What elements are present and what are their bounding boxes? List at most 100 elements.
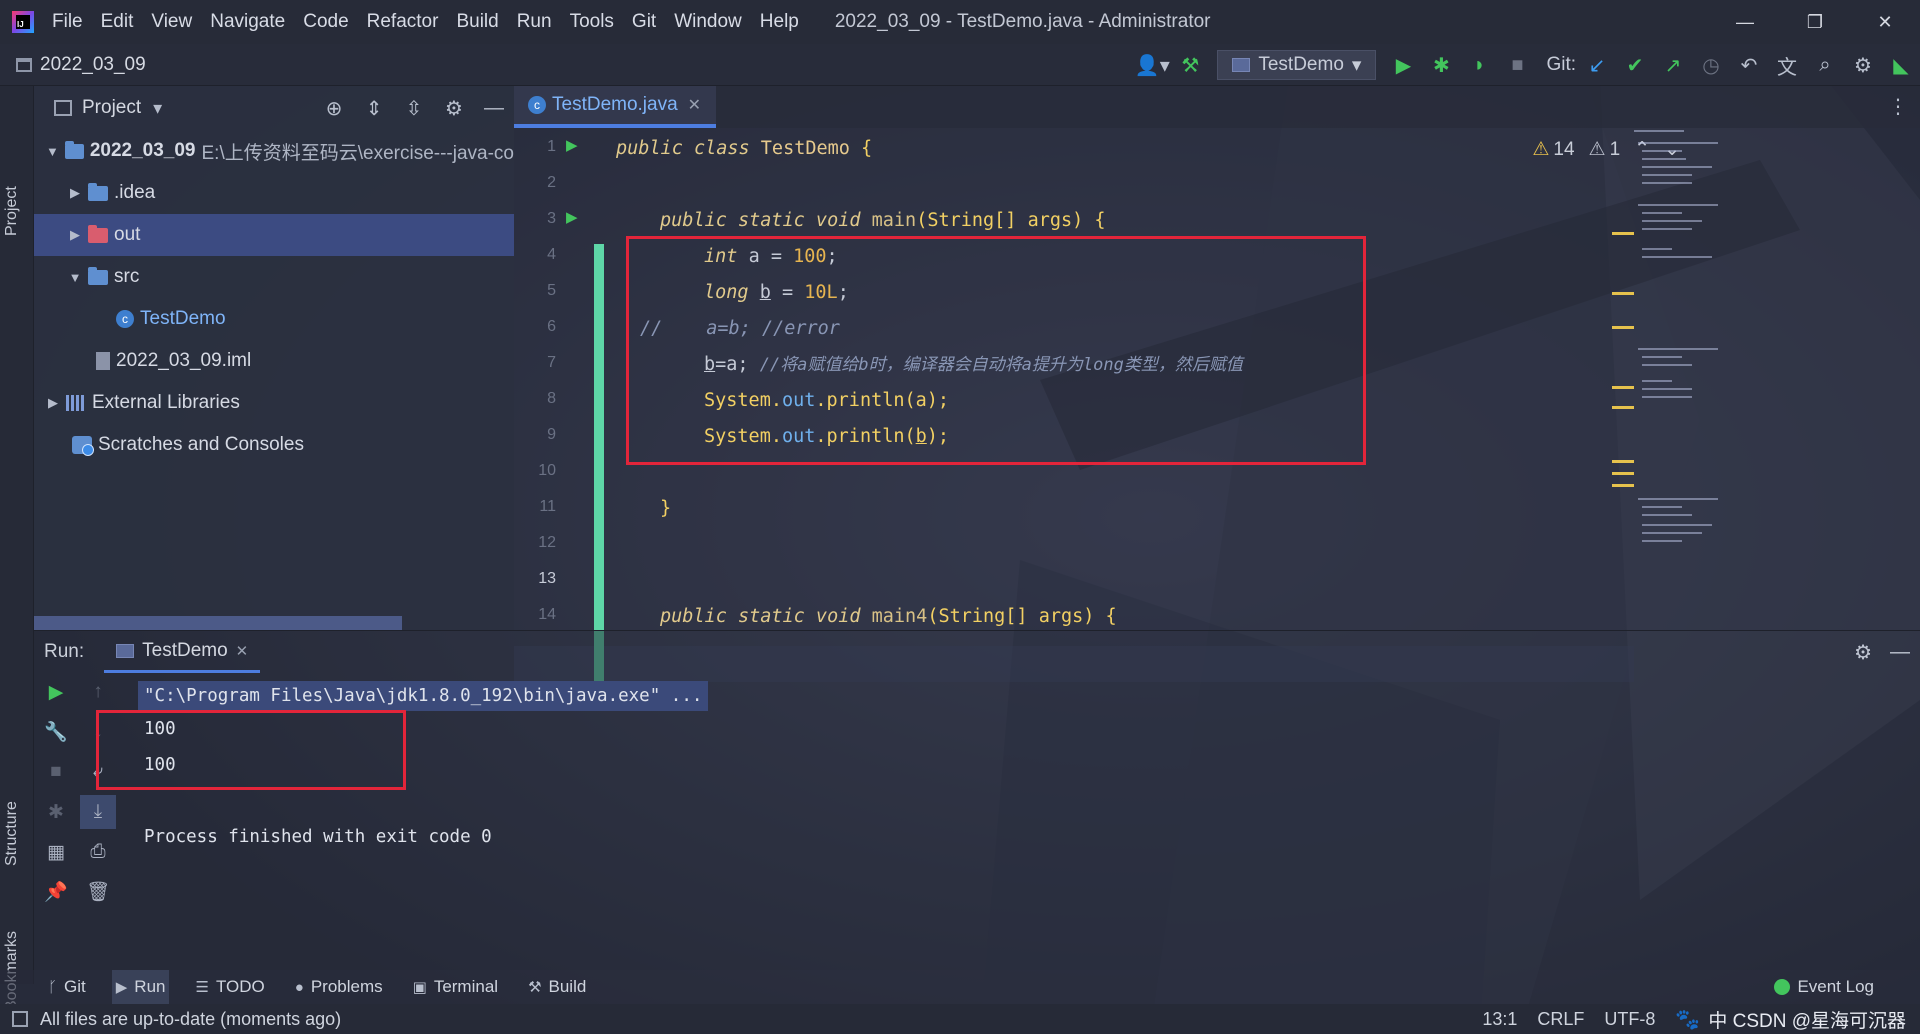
code-minimap[interactable] <box>1634 128 1754 598</box>
warning-stripe-mark[interactable] <box>1612 484 1634 487</box>
menu-build[interactable]: Build <box>456 11 498 33</box>
run-gutter-icon[interactable]: ▶ <box>566 208 578 226</box>
tree-item-module[interactable]: ▼ 2022_03_09 E:\上传资料至码云\exercise---java-… <box>34 130 514 172</box>
close-icon[interactable]: ✕ <box>688 95 701 115</box>
tree-item-external-libraries[interactable]: ▶ External Libraries <box>34 382 514 424</box>
chevron-down-icon[interactable]: ▾ <box>153 98 162 119</box>
breadcrumb-project[interactable]: 2022_03_09 <box>40 54 146 76</box>
tool-run[interactable]: ▶ Run <box>111 970 170 1004</box>
expand-all-icon[interactable]: ⇕ <box>354 87 394 129</box>
tool-git[interactable]: ᚴ Git <box>44 970 90 1004</box>
rollback-icon[interactable]: ↶ <box>1730 44 1768 86</box>
warning-stripe-mark[interactable] <box>1612 472 1634 475</box>
chevron-right-icon[interactable]: ▶ <box>66 185 84 201</box>
wrench-icon[interactable]: 🔧 <box>38 715 74 749</box>
error-stripe[interactable] <box>1612 128 1634 598</box>
chevron-right-icon[interactable]: ▶ <box>66 227 84 243</box>
tool-todo[interactable]: ☰ TODO <box>191 970 268 1004</box>
project-panel-title[interactable]: Project <box>82 97 141 119</box>
tab-testdemo-java[interactable]: c TestDemo.java ✕ <box>514 86 716 128</box>
minimap-line <box>1638 348 1718 350</box>
arrow-up-icon[interactable]: ↑ <box>80 675 116 709</box>
menu-window[interactable]: Window <box>674 11 742 33</box>
rerun-icon[interactable]: ▶ <box>38 675 74 709</box>
status-panel-icon[interactable] <box>12 1011 28 1027</box>
gear-icon[interactable]: ⚙ <box>1854 640 1872 665</box>
warning-stripe-mark[interactable] <box>1612 292 1634 295</box>
stop-icon[interactable]: ■ <box>38 755 74 789</box>
hide-panel-icon[interactable]: — <box>474 87 514 129</box>
locate-icon[interactable]: ⊕ <box>314 87 354 129</box>
line-number-current: 13 <box>538 570 556 587</box>
status-message[interactable]: All files are up-to-date (moments ago) <box>40 1009 341 1030</box>
debug-icon[interactable]: ✱ <box>1422 44 1460 86</box>
tree-item-iml[interactable]: 2022_03_09.iml <box>34 340 514 382</box>
tree-item-testdemo[interactable]: c TestDemo <box>34 298 514 340</box>
trash-icon[interactable]: 🗑 <box>80 875 116 909</box>
minimize-button[interactable]: — <box>1710 0 1780 44</box>
layout-icon[interactable]: ▦ <box>38 835 74 869</box>
warning-stripe-mark[interactable] <box>1612 326 1634 329</box>
menu-navigate[interactable]: Navigate <box>210 11 285 33</box>
horizontal-scrollbar[interactable] <box>34 616 402 630</box>
tree-item-scratches[interactable]: Scratches and Consoles <box>34 424 514 466</box>
tool-problems[interactable]: ● Problems <box>291 970 387 1004</box>
tool-build[interactable]: ⚒ Build <box>524 970 590 1004</box>
menu-help[interactable]: Help <box>760 11 799 33</box>
update-icon[interactable]: ↙ <box>1578 44 1616 86</box>
menu-git[interactable]: Git <box>632 11 656 33</box>
structure-tool-button[interactable]: Structure <box>3 801 21 866</box>
warning-stripe-mark[interactable] <box>1612 460 1634 463</box>
push-icon[interactable]: ↗ <box>1654 44 1692 86</box>
tool-terminal[interactable]: ▣ Terminal <box>409 970 502 1004</box>
warning-stripe-mark[interactable] <box>1612 232 1634 235</box>
chevron-right-icon[interactable]: ▶ <box>44 395 62 411</box>
close-window-button[interactable]: ✕ <box>1850 0 1920 44</box>
tree-item-idea[interactable]: ▶ .idea <box>34 172 514 214</box>
run-gutter-icon[interactable]: ▶ <box>566 136 578 154</box>
tool-event-log[interactable]: Event Log <box>1774 970 1874 1004</box>
menu-tools[interactable]: Tools <box>570 11 614 33</box>
close-icon[interactable]: ✕ <box>236 642 249 660</box>
tree-item-src[interactable]: ▼ src <box>34 256 514 298</box>
line-number: 11 <box>539 498 556 515</box>
pin-icon[interactable]: 📌 <box>38 875 74 909</box>
search-icon[interactable]: ⌕ <box>1806 44 1844 86</box>
plugin-icon[interactable]: ◣ <box>1882 44 1920 86</box>
line-separator[interactable]: CRLF <box>1537 1009 1584 1030</box>
coverage-icon[interactable]: ◗ <box>1460 44 1498 86</box>
debug-icon[interactable]: ✱ <box>38 795 74 829</box>
menu-refactor[interactable]: Refactor <box>367 11 439 33</box>
run-configuration-select[interactable]: TestDemo ▾ <box>1217 50 1377 80</box>
menu-code[interactable]: Code <box>303 11 348 33</box>
tree-item-label: .idea <box>114 182 156 203</box>
more-options-icon[interactable]: ⋮ <box>1888 94 1908 119</box>
caret-position[interactable]: 13:1 <box>1482 1009 1517 1030</box>
run-tab-testdemo[interactable]: TestDemo ✕ <box>104 631 261 673</box>
tree-item-out[interactable]: ▶ out <box>34 214 514 256</box>
history-icon[interactable]: ◷ <box>1692 44 1730 86</box>
collapse-all-icon[interactable]: ⇳ <box>394 87 434 129</box>
warning-stripe-mark[interactable] <box>1612 386 1634 389</box>
user-icon[interactable]: 👤▾ <box>1133 44 1171 86</box>
run-icon[interactable]: ▶ <box>1384 44 1422 86</box>
print-icon[interactable]: ⎙ <box>80 835 116 869</box>
chevron-down-icon[interactable]: ▼ <box>44 144 61 159</box>
settings-icon[interactable]: ⚙ <box>1844 44 1882 86</box>
gear-icon[interactable]: ⚙ <box>434 87 474 129</box>
translate-icon[interactable]: 文 <box>1768 44 1806 86</box>
menu-run[interactable]: Run <box>517 11 552 33</box>
menu-view[interactable]: View <box>151 11 192 33</box>
chevron-down-icon[interactable]: ▼ <box>66 270 84 285</box>
restore-button[interactable]: ❐ <box>1780 0 1850 44</box>
hammer-icon[interactable]: ⚒ <box>1171 44 1209 86</box>
stop-icon[interactable]: ■ <box>1498 44 1536 86</box>
warning-stripe-mark[interactable] <box>1612 406 1634 409</box>
menu-edit[interactable]: Edit <box>101 11 134 33</box>
hide-panel-icon[interactable]: — <box>1890 641 1910 664</box>
file-encoding[interactable]: UTF-8 <box>1604 1009 1655 1030</box>
menu-file[interactable]: File <box>52 11 83 33</box>
project-tool-button[interactable]: Project <box>3 186 21 236</box>
scroll-to-end-icon[interactable]: ⤓ <box>80 795 116 829</box>
commit-icon[interactable]: ✔ <box>1616 44 1654 86</box>
